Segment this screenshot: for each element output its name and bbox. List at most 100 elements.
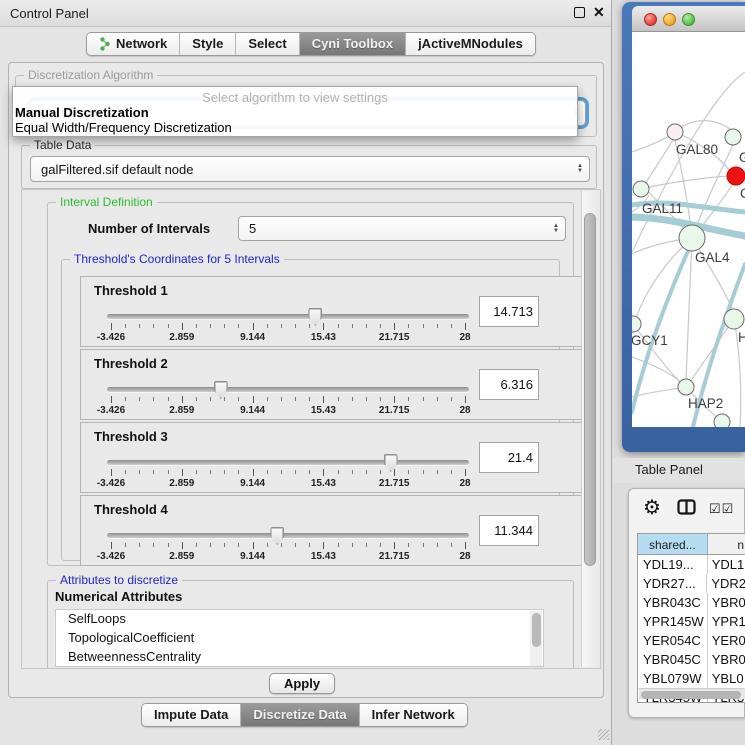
attributes-scrollbar-thumb[interactable]	[532, 613, 541, 647]
threshold-panel: Threshold 4 -3.4262.8599.14415.4321.7152…	[80, 495, 583, 566]
slider-track[interactable]	[107, 533, 469, 538]
tab-network[interactable]: Network	[87, 33, 180, 55]
table-row[interactable]: YDL19...YDL1	[638, 555, 745, 574]
network-canvas[interactable]: GAL80GCGAL11GAL4GCY1HHAP2	[632, 32, 745, 427]
slider-tick	[153, 470, 154, 474]
table-cell: YBL079W	[638, 669, 708, 688]
attributes-group-title: Attributes to discretize	[56, 573, 182, 587]
num-intervals-value: 5	[239, 221, 547, 236]
network-node-green[interactable]	[633, 181, 649, 197]
attribute-item[interactable]: BetweennessCentrality	[56, 648, 543, 667]
table-cell: YPR145W	[638, 612, 708, 631]
split-columns-icon[interactable]	[677, 499, 696, 520]
slider-track[interactable]	[107, 387, 469, 392]
slider-handle-icon[interactable]	[384, 454, 398, 472]
table-row[interactable]: YER054CYER0	[638, 631, 745, 650]
gear-icon[interactable]: ⚙	[643, 495, 661, 520]
slider-tick	[168, 397, 169, 401]
checkbox-columns-icon[interactable]: ☑☑	[709, 501, 734, 517]
network-node-pink[interactable]	[667, 124, 683, 140]
tab-jactivemnodules[interactable]: jActiveMNodules	[406, 33, 535, 55]
table-row[interactable]: YDR27...YDR2	[638, 574, 745, 593]
attribute-item[interactable]: TopologicalCoefficient	[56, 629, 543, 648]
settings-scrollbar-thumb[interactable]	[584, 213, 596, 566]
network-node-red[interactable]	[727, 167, 745, 185]
threshold-value-input[interactable]	[479, 369, 539, 400]
table-row[interactable]: YBR045CYBR0	[638, 650, 745, 669]
table-data-combobox[interactable]: galFiltered.sif default node ▲▼	[30, 156, 590, 182]
table-row[interactable]: YBR043CYBR0	[638, 593, 745, 612]
threshold-panel: Threshold 3 -3.4262.8599.14415.4321.7152…	[80, 422, 583, 493]
apply-button[interactable]: Apply	[269, 673, 335, 694]
slider-handle-icon[interactable]	[308, 308, 322, 326]
slider-track[interactable]	[107, 460, 469, 465]
tab-infer-network[interactable]: Infer Network	[360, 704, 467, 726]
network-node-green[interactable]	[678, 379, 694, 395]
table-panel-title: Table Panel	[635, 462, 703, 477]
slider-tick-label: 2.859	[169, 405, 194, 416]
threshold-slider[interactable]: -3.4262.8599.14415.4321.71528	[107, 380, 469, 416]
slider-tick-label: -3.426	[97, 478, 125, 489]
table-row[interactable]: YBL079WYBL0	[638, 669, 745, 688]
column-header-1[interactable]: shared...	[638, 534, 708, 554]
panel-title: Control Panel	[10, 6, 89, 21]
slider-tick	[380, 543, 381, 547]
slider-tick	[139, 543, 140, 547]
slider-track[interactable]	[107, 314, 469, 319]
network-node-green[interactable]	[725, 129, 741, 145]
slider-tick	[423, 543, 424, 547]
table-hscrollbar-thumb[interactable]	[641, 691, 741, 699]
network-view-window: GAL80GCGAL11GAL4GCY1HHAP2	[622, 2, 745, 452]
slider-tick	[224, 470, 225, 474]
slider-tick	[309, 470, 310, 474]
network-node-green[interactable]	[679, 225, 705, 251]
threshold-slider[interactable]: -3.4262.8599.14415.4321.71528	[107, 453, 469, 489]
threshold-value-input[interactable]	[479, 515, 539, 546]
node-attribute-table: shared...n YDL19...YDL1YDR27...YDR2YBR04…	[637, 533, 745, 703]
threshold-label: Threshold 2	[94, 356, 168, 371]
column-header-2[interactable]: n	[708, 534, 745, 554]
slider-tick	[380, 324, 381, 328]
tab-impute-data[interactable]: Impute Data	[142, 704, 241, 726]
slider-tick	[366, 324, 367, 328]
tab-style[interactable]: Style	[180, 33, 236, 55]
close-icon[interactable]: ✕	[593, 4, 605, 21]
attribute-item[interactable]: SelfLoops	[56, 610, 543, 629]
minimize-traffic-light[interactable]	[663, 13, 676, 26]
threshold-label: Threshold 4	[94, 502, 168, 517]
slider-tick-label: 9.144	[240, 551, 265, 562]
network-node-green[interactable]	[714, 414, 730, 427]
algorithm-option-equal-width[interactable]: Equal Width/Frequency Discretization	[15, 120, 232, 135]
slider-handle-icon[interactable]	[214, 381, 228, 399]
table-row[interactable]: YPR145WYPR1	[638, 612, 745, 631]
tab-discretize-data[interactable]: Discretize Data	[241, 704, 359, 726]
threshold-slider[interactable]: -3.4262.8599.14415.4321.71528	[107, 307, 469, 343]
num-intervals-combobox[interactable]: 5 ▲▼	[238, 216, 566, 241]
table-toolbar: ⚙ ☑☑	[629, 489, 744, 529]
zoom-traffic-light[interactable]	[682, 13, 695, 26]
tab-select[interactable]: Select	[236, 33, 299, 55]
tab-cyni-toolbox[interactable]: Cyni Toolbox	[300, 33, 406, 55]
threshold-value-input[interactable]	[479, 296, 539, 327]
resize-grip[interactable]	[598, 729, 609, 740]
algorithm-option-manual[interactable]: Manual Discretization	[15, 105, 149, 120]
network-node-green[interactable]	[724, 309, 744, 329]
threshold-value-input[interactable]	[479, 442, 539, 473]
slider-tick	[394, 542, 395, 549]
slider-tick	[210, 397, 211, 401]
algorithm-group-title: Discretization Algorithm	[24, 68, 157, 82]
slider-handle-icon[interactable]	[270, 527, 284, 545]
slider-tick	[182, 396, 183, 403]
network-window-titlebar[interactable]	[632, 6, 745, 32]
numerical-attributes-list: SelfLoopsTopologicalCoefficientBetweenne…	[55, 609, 544, 667]
slider-tick	[309, 397, 310, 401]
slider-tick	[196, 324, 197, 328]
float-window-icon[interactable]	[574, 7, 585, 18]
slider-tick	[423, 324, 424, 328]
threshold-slider[interactable]: -3.4262.8599.14415.4321.71528	[107, 526, 469, 562]
slider-tick-label: 28	[459, 405, 470, 416]
close-traffic-light[interactable]	[644, 13, 657, 26]
slider-tick	[380, 397, 381, 401]
network-node-green[interactable]	[632, 316, 641, 332]
slider-tick	[168, 543, 169, 547]
